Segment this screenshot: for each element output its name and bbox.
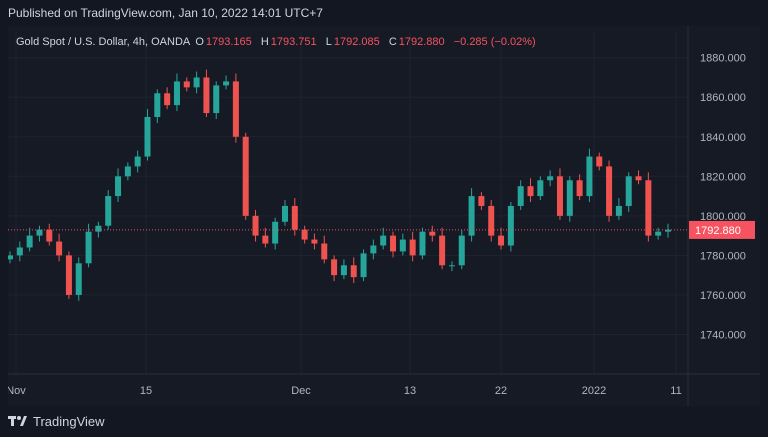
footer-brand[interactable]: TradingView xyxy=(8,411,105,431)
candle-body xyxy=(321,243,328,260)
candle-body xyxy=(380,235,387,246)
y-tick-label: 1840.000 xyxy=(700,132,746,144)
candle-body xyxy=(331,259,338,276)
candle-body xyxy=(586,156,593,197)
candle-body xyxy=(213,85,220,114)
candle-body xyxy=(75,263,82,295)
last-price-label: 1792.880 xyxy=(695,225,741,237)
candle-body xyxy=(115,176,122,197)
y-tick-label: 1820.000 xyxy=(700,171,746,183)
candle-body xyxy=(36,229,43,236)
legend-close-label: C xyxy=(388,36,397,48)
legend-open-label: O xyxy=(195,36,204,48)
candle-body xyxy=(498,235,505,246)
candle-body xyxy=(164,93,171,106)
y-tick-label: 1740.000 xyxy=(700,329,746,341)
candle-body xyxy=(645,180,652,236)
tradingview-logo-icon xyxy=(8,416,27,426)
candle-body xyxy=(340,265,347,276)
candle-body xyxy=(154,93,161,118)
candle-body xyxy=(350,265,357,278)
candle-body xyxy=(458,235,465,266)
candle-body xyxy=(223,81,230,86)
candle-body xyxy=(439,235,446,266)
x-tick-label: 11 xyxy=(670,385,681,397)
legend-close-value: 1792.880 xyxy=(398,36,445,48)
candle-body xyxy=(311,239,318,244)
legend-high-value: 1793.751 xyxy=(270,36,317,48)
candle-body xyxy=(105,196,112,226)
candle-body xyxy=(85,231,92,264)
x-tick-label: Nov xyxy=(8,385,26,397)
x-tick-label: 13 xyxy=(404,385,416,397)
candle-body xyxy=(517,186,524,206)
candle-body xyxy=(46,229,53,242)
candle-body xyxy=(144,117,151,157)
x-tick-label: 15 xyxy=(140,385,152,397)
candle-body xyxy=(399,239,406,252)
candle-body xyxy=(606,166,613,216)
candle-body xyxy=(576,180,583,197)
candle-body xyxy=(65,255,72,295)
price-chart[interactable]: 1880.0001860.0001840.0001820.0001800.000… xyxy=(6,26,760,406)
x-tick-label: 2022 xyxy=(582,385,606,397)
x-tick-label: 22 xyxy=(495,385,507,397)
candle-body xyxy=(615,205,622,216)
candle-body xyxy=(183,81,190,88)
candle-body xyxy=(262,235,269,244)
candle-body xyxy=(596,156,603,167)
published-header: Published on TradingView.com, Jan 10, 20… xyxy=(0,0,768,26)
candle-body xyxy=(272,221,279,244)
candle-body xyxy=(56,241,63,256)
candle-body xyxy=(124,166,131,177)
y-tick-label: 1860.000 xyxy=(700,92,746,104)
candle-body xyxy=(7,255,13,260)
legend-low-label: L xyxy=(325,36,332,48)
candle-body xyxy=(281,205,288,222)
legend-high-label: H xyxy=(260,36,269,48)
candle-body xyxy=(252,215,259,236)
candle-body xyxy=(193,77,200,88)
candle-body xyxy=(232,81,239,137)
candle-body xyxy=(488,205,495,236)
candle-body xyxy=(537,180,544,197)
candle-body xyxy=(291,205,298,230)
candle-body xyxy=(556,176,563,216)
candle-body xyxy=(655,231,662,236)
candle-body xyxy=(448,265,455,267)
candle-body xyxy=(547,176,554,181)
candle-body xyxy=(478,196,485,206)
y-tick-label: 1760.000 xyxy=(700,290,746,302)
chart-frame[interactable]: 1880.000 1860.000 1840.000 1820.000 1800.000… xyxy=(6,26,760,406)
legend-open-value: 1793.165 xyxy=(205,36,252,48)
candle-body xyxy=(625,176,632,206)
candle-body xyxy=(419,231,426,256)
y-tick-label: 1880.000 xyxy=(700,53,746,65)
candle-body xyxy=(134,156,141,167)
candle-body xyxy=(242,136,249,216)
legend-change: −0.285 (−0.02%) xyxy=(453,36,536,48)
published-text: Published on TradingView.com, Jan 10, 20… xyxy=(8,6,323,20)
candle-body xyxy=(203,77,210,114)
candle-body xyxy=(527,186,534,197)
chart-legend: Gold Spot / U.S. Dollar, 4h, OANDA O 1793… xyxy=(16,33,542,51)
candle-body xyxy=(16,247,23,256)
candle-body xyxy=(390,235,397,252)
candle-body xyxy=(26,235,33,248)
candle-body xyxy=(409,239,416,256)
legend-low-value: 1792.085 xyxy=(333,36,380,48)
footer-brand-label: TradingView xyxy=(33,413,105,429)
candle-body xyxy=(429,231,436,236)
candle-body xyxy=(507,205,514,246)
candle-body xyxy=(301,229,308,240)
y-tick-label: 1780.000 xyxy=(700,250,746,262)
candle-body xyxy=(635,176,642,181)
candle-body xyxy=(95,225,102,232)
candle-body xyxy=(360,253,367,278)
candle-body xyxy=(173,81,180,106)
candle-body xyxy=(370,245,377,254)
x-tick-label: Dec xyxy=(291,385,311,397)
candle-body xyxy=(566,180,573,216)
legend-symbol: Gold Spot / U.S. Dollar, 4h, OANDA xyxy=(16,36,191,48)
